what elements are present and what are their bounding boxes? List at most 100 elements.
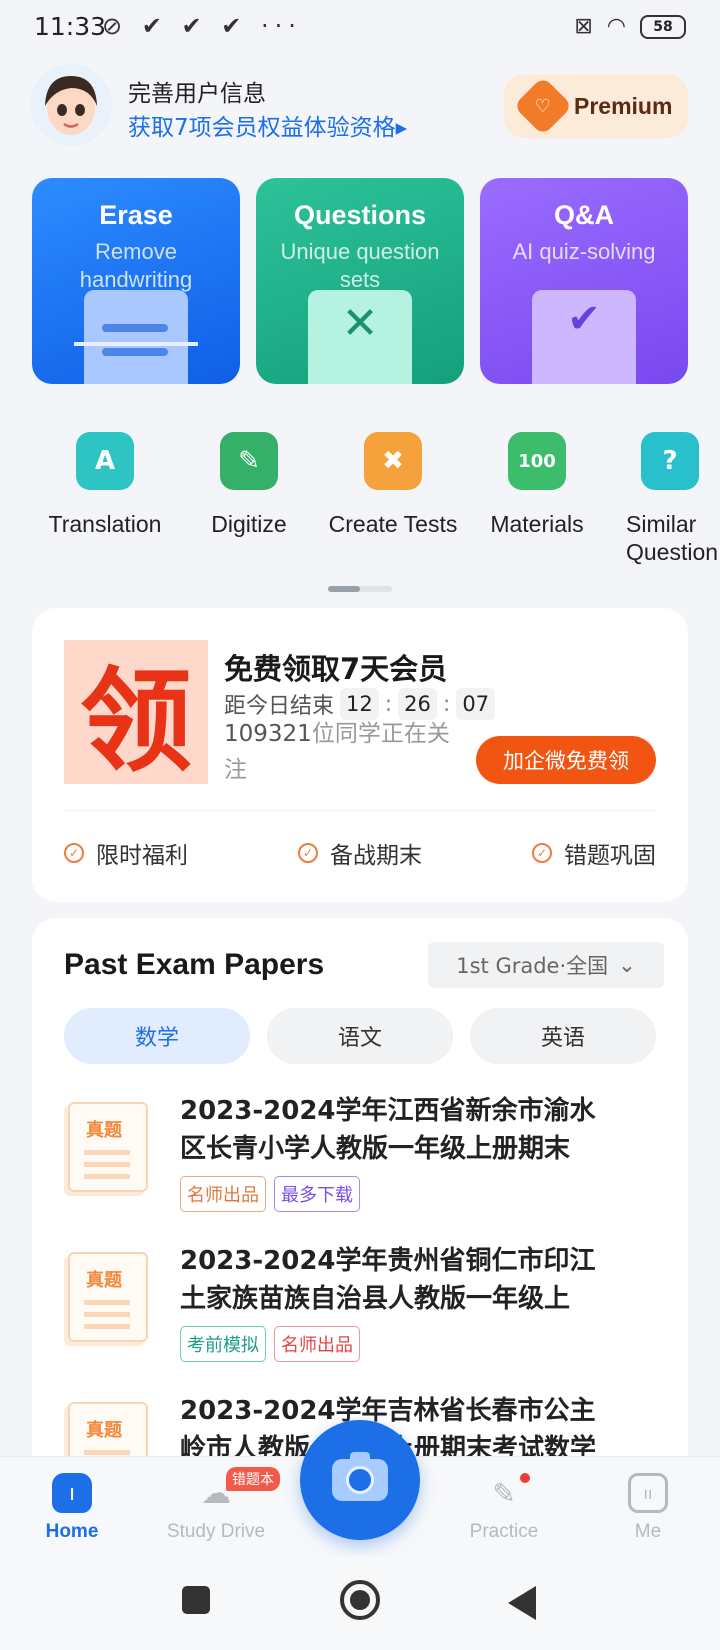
tab-chinese[interactable]: 语文 bbox=[267, 1008, 453, 1064]
list-item[interactable]: 真题 2023-2024学年贵州省铜仁市印江土家族苗族自治县人教版一年级上册..… bbox=[64, 1242, 664, 1392]
member-benefits-link[interactable]: 获取7项会员权益体验资格▸ bbox=[128, 108, 407, 142]
benefit-item: ✓ 备战期末 bbox=[298, 836, 422, 870]
camera-button[interactable] bbox=[300, 1420, 420, 1540]
card-desc: Unique question sets bbox=[280, 239, 440, 292]
notification-icons: ⊘ ✔ ✔ ✔ ··· bbox=[102, 12, 302, 40]
paper-tags: 考前模拟 名师出品 bbox=[180, 1326, 360, 1362]
paper-tags: 名师出品 最多下载 bbox=[180, 1176, 360, 1212]
tool-digitize[interactable]: ✎ Digitize bbox=[174, 432, 324, 538]
claim-badge-icon: 领 bbox=[64, 640, 208, 784]
chevron-down-icon: ⌄ bbox=[618, 953, 636, 977]
tag: 名师出品 bbox=[274, 1326, 360, 1362]
benefit-list: ✓ 限时福利 ✓ 备战期末 ✓ 错题巩固 bbox=[64, 836, 656, 870]
benefit-label: 错题巩固 bbox=[564, 843, 656, 869]
subject-tabs: 数学 语文 英语 bbox=[64, 1008, 656, 1064]
card-title: Q&A bbox=[554, 200, 614, 230]
notification-dot bbox=[520, 1473, 530, 1483]
nav-label: Study Drive bbox=[166, 1521, 266, 1542]
avatar[interactable] bbox=[30, 64, 112, 146]
premium-label: Premium bbox=[574, 92, 673, 119]
quiz-camera-icon: ✔ bbox=[532, 290, 636, 384]
follower-count: 109321位同学正在关注 bbox=[224, 716, 464, 788]
promo-title: 免费领取7天会员 bbox=[224, 652, 448, 686]
feature-cards: Erase Remove handwriting Questions Uniqu… bbox=[32, 178, 688, 384]
question-sheet-icon: ✕ bbox=[308, 290, 412, 384]
recent-apps-icon[interactable] bbox=[182, 1586, 210, 1614]
battery-icon: 58 bbox=[640, 14, 686, 39]
camera-icon bbox=[332, 1452, 388, 1501]
benefit-label: 限时福利 bbox=[96, 843, 188, 869]
claim-free-button[interactable]: 加企微免费领 bbox=[476, 736, 656, 784]
nav-me[interactable]: ıı Me bbox=[578, 1473, 718, 1543]
tool-row: A Translation ✎ Digitize ✖ Create Tests … bbox=[32, 432, 720, 572]
card-desc: Remove handwriting bbox=[79, 239, 193, 292]
create-tests-icon: ✖ bbox=[364, 432, 422, 490]
tag: 最多下载 bbox=[274, 1176, 360, 1212]
complete-profile-title[interactable]: 完善用户信息 bbox=[128, 74, 266, 108]
status-icons-right: ⊠ ◠ 58 bbox=[574, 14, 686, 39]
tool-label: Materials bbox=[490, 511, 584, 537]
qa-card[interactable]: Q&A AI quiz-solving ✔ bbox=[480, 178, 688, 384]
system-nav-bar bbox=[0, 1556, 720, 1650]
profile-header: 完善用户信息 获取7项会员权益体验资格▸ ♡ Premium bbox=[0, 60, 720, 160]
digitize-icon: ✎ bbox=[220, 432, 278, 490]
card-title: Erase bbox=[99, 200, 173, 230]
nav-label: Me bbox=[634, 1521, 662, 1542]
check-icon: ✓ bbox=[298, 843, 318, 863]
free-membership-promo: 领 免费领取7天会员 距今日结束 12 : 26 : 07 109321位同学正… bbox=[32, 608, 688, 902]
questions-card[interactable]: Questions Unique question sets ✕ bbox=[256, 178, 464, 384]
profile-face-icon: ıı bbox=[628, 1473, 668, 1513]
tag: 名师出品 bbox=[180, 1176, 266, 1212]
materials-icon: 100 bbox=[508, 432, 566, 490]
benefit-item: ✓ 错题巩固 bbox=[532, 836, 656, 870]
follower-number: 109321 bbox=[224, 721, 312, 747]
home-button-icon[interactable] bbox=[340, 1580, 380, 1620]
back-icon[interactable] bbox=[508, 1586, 536, 1620]
status-bar: 11:33 ⊘ ✔ ✔ ✔ ··· ⊠ ◠ 58 bbox=[0, 0, 720, 56]
tool-scroll-indicator bbox=[328, 586, 392, 592]
exam-paper-icon: 真题 bbox=[68, 1102, 148, 1192]
tab-english[interactable]: 英语 bbox=[470, 1008, 656, 1064]
nav-home[interactable]: ı Home bbox=[2, 1473, 142, 1543]
tool-create-tests[interactable]: ✖ Create Tests bbox=[318, 432, 468, 538]
list-item[interactable]: 真题 2023-2024学年江西省新余市渝水区长青小学人教版一年级上册期末检..… bbox=[64, 1092, 664, 1242]
status-time: 11:33 bbox=[34, 12, 107, 41]
past-exam-papers: Past Exam Papers 1st Grade·全国 ⌄ 数学 语文 英语… bbox=[32, 918, 688, 1478]
premium-heart-icon: ♡ bbox=[513, 76, 573, 136]
mistake-book-badge: 错题本 bbox=[226, 1467, 280, 1491]
tab-math[interactable]: 数学 bbox=[64, 1008, 250, 1064]
check-icon: ✓ bbox=[532, 843, 552, 863]
similar-question-icon: ? bbox=[641, 432, 699, 490]
sim-off-icon: ⊠ bbox=[574, 14, 593, 39]
tool-label: Digitize bbox=[211, 511, 287, 537]
erase-card[interactable]: Erase Remove handwriting bbox=[32, 178, 240, 384]
premium-button[interactable]: ♡ Premium bbox=[504, 74, 688, 138]
check-icon: ✓ bbox=[64, 843, 84, 863]
grade-selector[interactable]: 1st Grade·全国 ⌄ bbox=[428, 942, 664, 988]
tool-label: Translation bbox=[48, 511, 162, 537]
benefit-label: 备战期末 bbox=[330, 843, 422, 869]
translation-icon: A bbox=[76, 432, 134, 490]
nav-label: Practice bbox=[469, 1521, 539, 1542]
tool-label: Create Tests bbox=[328, 511, 458, 537]
nav-label: Home bbox=[45, 1521, 99, 1542]
home-icon: ı bbox=[52, 1473, 92, 1513]
divider bbox=[64, 810, 656, 811]
pencil-icon: ✎ bbox=[492, 1476, 516, 1510]
tool-similar-question[interactable]: ? Similar Question bbox=[600, 432, 720, 566]
benefit-item: ✓ 限时福利 bbox=[64, 836, 188, 870]
wifi-icon: ◠ bbox=[606, 14, 626, 39]
section-title: Past Exam Papers bbox=[64, 948, 325, 981]
avatar-face-icon bbox=[30, 64, 112, 146]
tag: 考前模拟 bbox=[180, 1326, 266, 1362]
card-title: Questions bbox=[293, 200, 427, 230]
erase-illustration-icon bbox=[74, 290, 198, 384]
nav-practice[interactable]: ✎ Practice bbox=[434, 1473, 574, 1543]
card-desc: AI quiz-solving bbox=[512, 239, 656, 264]
exam-paper-icon: 真题 bbox=[68, 1252, 148, 1342]
grade-value: 1st Grade·全国 bbox=[456, 954, 609, 978]
nav-study-drive[interactable]: ☁ 错题本 Study Drive bbox=[146, 1467, 286, 1543]
tool-label: Similar Question bbox=[626, 511, 719, 565]
tool-materials[interactable]: 100 Materials bbox=[462, 432, 612, 538]
tool-translation[interactable]: A Translation bbox=[30, 432, 180, 538]
